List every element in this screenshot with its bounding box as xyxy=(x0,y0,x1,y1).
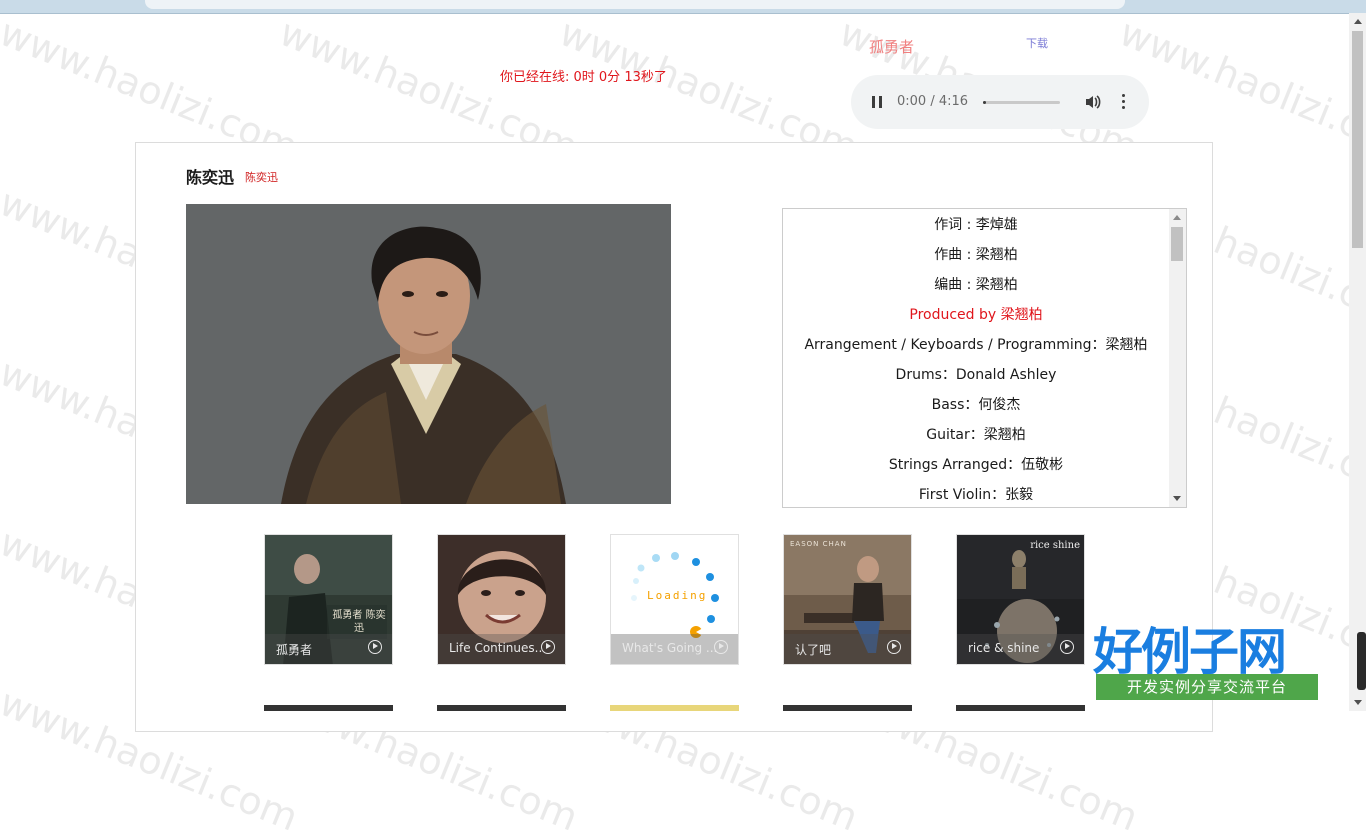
play-icon[interactable] xyxy=(714,640,728,654)
online-status: 你已经在线: 0时 0分 13秒了 xyxy=(500,70,667,85)
lyrics-scrollbar[interactable] xyxy=(1169,209,1186,507)
lyric-line: First Violin：张毅 xyxy=(918,487,1034,503)
play-icon[interactable] xyxy=(541,640,555,654)
lyrics-panel[interactable]: 作词 : 李焯雄 作曲 : 梁翘柏 编曲 : 梁翘柏 Produced by 梁翘柏 A… xyxy=(782,208,1187,508)
album-item[interactable] xyxy=(610,705,739,711)
progress-slider[interactable] xyxy=(983,101,1060,104)
artist-name-small: 陈奕迅 xyxy=(245,171,278,184)
album-caption: What's Going ... xyxy=(611,634,738,664)
scroll-up-icon[interactable] xyxy=(1354,19,1362,24)
album-art-text: rice shine xyxy=(1030,540,1080,551)
browser-toolbar xyxy=(0,0,1366,14)
album-title: 认了吧 xyxy=(795,643,832,657)
logo-sub-text: 开发实例分享交流平台 xyxy=(1096,674,1318,700)
download-link[interactable]: 下载 xyxy=(1026,35,1048,51)
lyric-line: 编曲 : 梁翘柏 xyxy=(934,277,1018,293)
album-item[interactable] xyxy=(264,705,393,711)
play-icon[interactable] xyxy=(887,640,901,654)
scroll-up-icon[interactable] xyxy=(1173,215,1181,220)
album-list-next-row xyxy=(264,705,1086,711)
song-title: 孤勇者 xyxy=(869,38,915,56)
lyric-line: Arrangement / Keyboards / Programming：梁翘… xyxy=(804,337,1148,353)
album-title: rice & shine xyxy=(968,641,1040,655)
scroll-thumb[interactable] xyxy=(1171,227,1183,261)
loading-label: Loading xyxy=(647,589,708,602)
album-item[interactable] xyxy=(437,705,566,711)
lyric-line: 作曲 : 梁翘柏 xyxy=(934,247,1018,263)
lyric-line: 作词 : 李焯雄 xyxy=(934,217,1018,233)
pause-icon[interactable] xyxy=(870,95,884,109)
progress-fill xyxy=(983,101,986,104)
artist-name: 陈奕迅 xyxy=(186,168,235,187)
album-item[interactable] xyxy=(956,705,1085,711)
lyric-line: Produced by 梁翘柏 xyxy=(909,307,1043,323)
lyrics-list: 作词 : 李焯雄 作曲 : 梁翘柏 编曲 : 梁翘柏 Produced by 梁翘柏 A… xyxy=(783,215,1169,507)
album-caption: 认了吧 xyxy=(784,634,911,664)
play-icon[interactable] xyxy=(1060,640,1074,654)
album-list: 孤勇者 陈奕迅 孤勇者 Life Continues... Loading Wh… xyxy=(264,534,1086,666)
album-art-text: EASON CHAN xyxy=(790,540,847,548)
album-title: Life Continues... xyxy=(449,641,543,655)
lyric-line: Drums：Donald Ashley xyxy=(895,367,1057,383)
scroll-down-icon[interactable] xyxy=(1354,700,1362,705)
album-caption: rice & shine xyxy=(957,634,1084,664)
address-bar[interactable] xyxy=(145,0,1125,9)
artist-photo xyxy=(186,204,671,504)
album-title: 孤勇者 xyxy=(276,643,313,657)
audio-player: 0:00 / 4:16 xyxy=(851,75,1149,129)
album-item[interactable]: Life Continues... xyxy=(437,534,566,665)
scroll-thumb[interactable] xyxy=(1352,31,1363,248)
album-item[interactable] xyxy=(783,705,912,711)
lyric-line: Strings Arranged：伍敬彬 xyxy=(888,457,1064,473)
album-item[interactable]: 孤勇者 陈奕迅 孤勇者 xyxy=(264,534,393,665)
album-item[interactable]: EASON CHAN 认了吧 xyxy=(783,534,912,665)
album-title: What's Going ... xyxy=(622,641,716,655)
album-caption: 孤勇者 xyxy=(265,634,392,664)
album-art-text: 孤勇者 陈奕迅 xyxy=(332,610,386,634)
side-widget xyxy=(1357,632,1366,690)
album-item[interactable]: Loading What's Going ... xyxy=(610,534,739,665)
volume-icon[interactable] xyxy=(1084,93,1102,115)
scroll-down-icon[interactable] xyxy=(1173,496,1181,501)
play-icon[interactable] xyxy=(368,640,382,654)
album-item[interactable]: rice shine rice & shine xyxy=(956,534,1085,665)
lyric-line: Bass：何俊杰 xyxy=(931,397,1021,413)
site-logo-watermark: 好例子网 开发实例分享交流平台 xyxy=(1093,612,1323,702)
lyric-line: Guitar：梁翘柏 xyxy=(926,427,1026,443)
more-options-icon[interactable] xyxy=(1122,94,1126,112)
page-scrollbar[interactable] xyxy=(1349,13,1366,711)
player-time: 0:00 / 4:16 xyxy=(897,94,969,109)
album-caption: Life Continues... xyxy=(438,634,565,664)
